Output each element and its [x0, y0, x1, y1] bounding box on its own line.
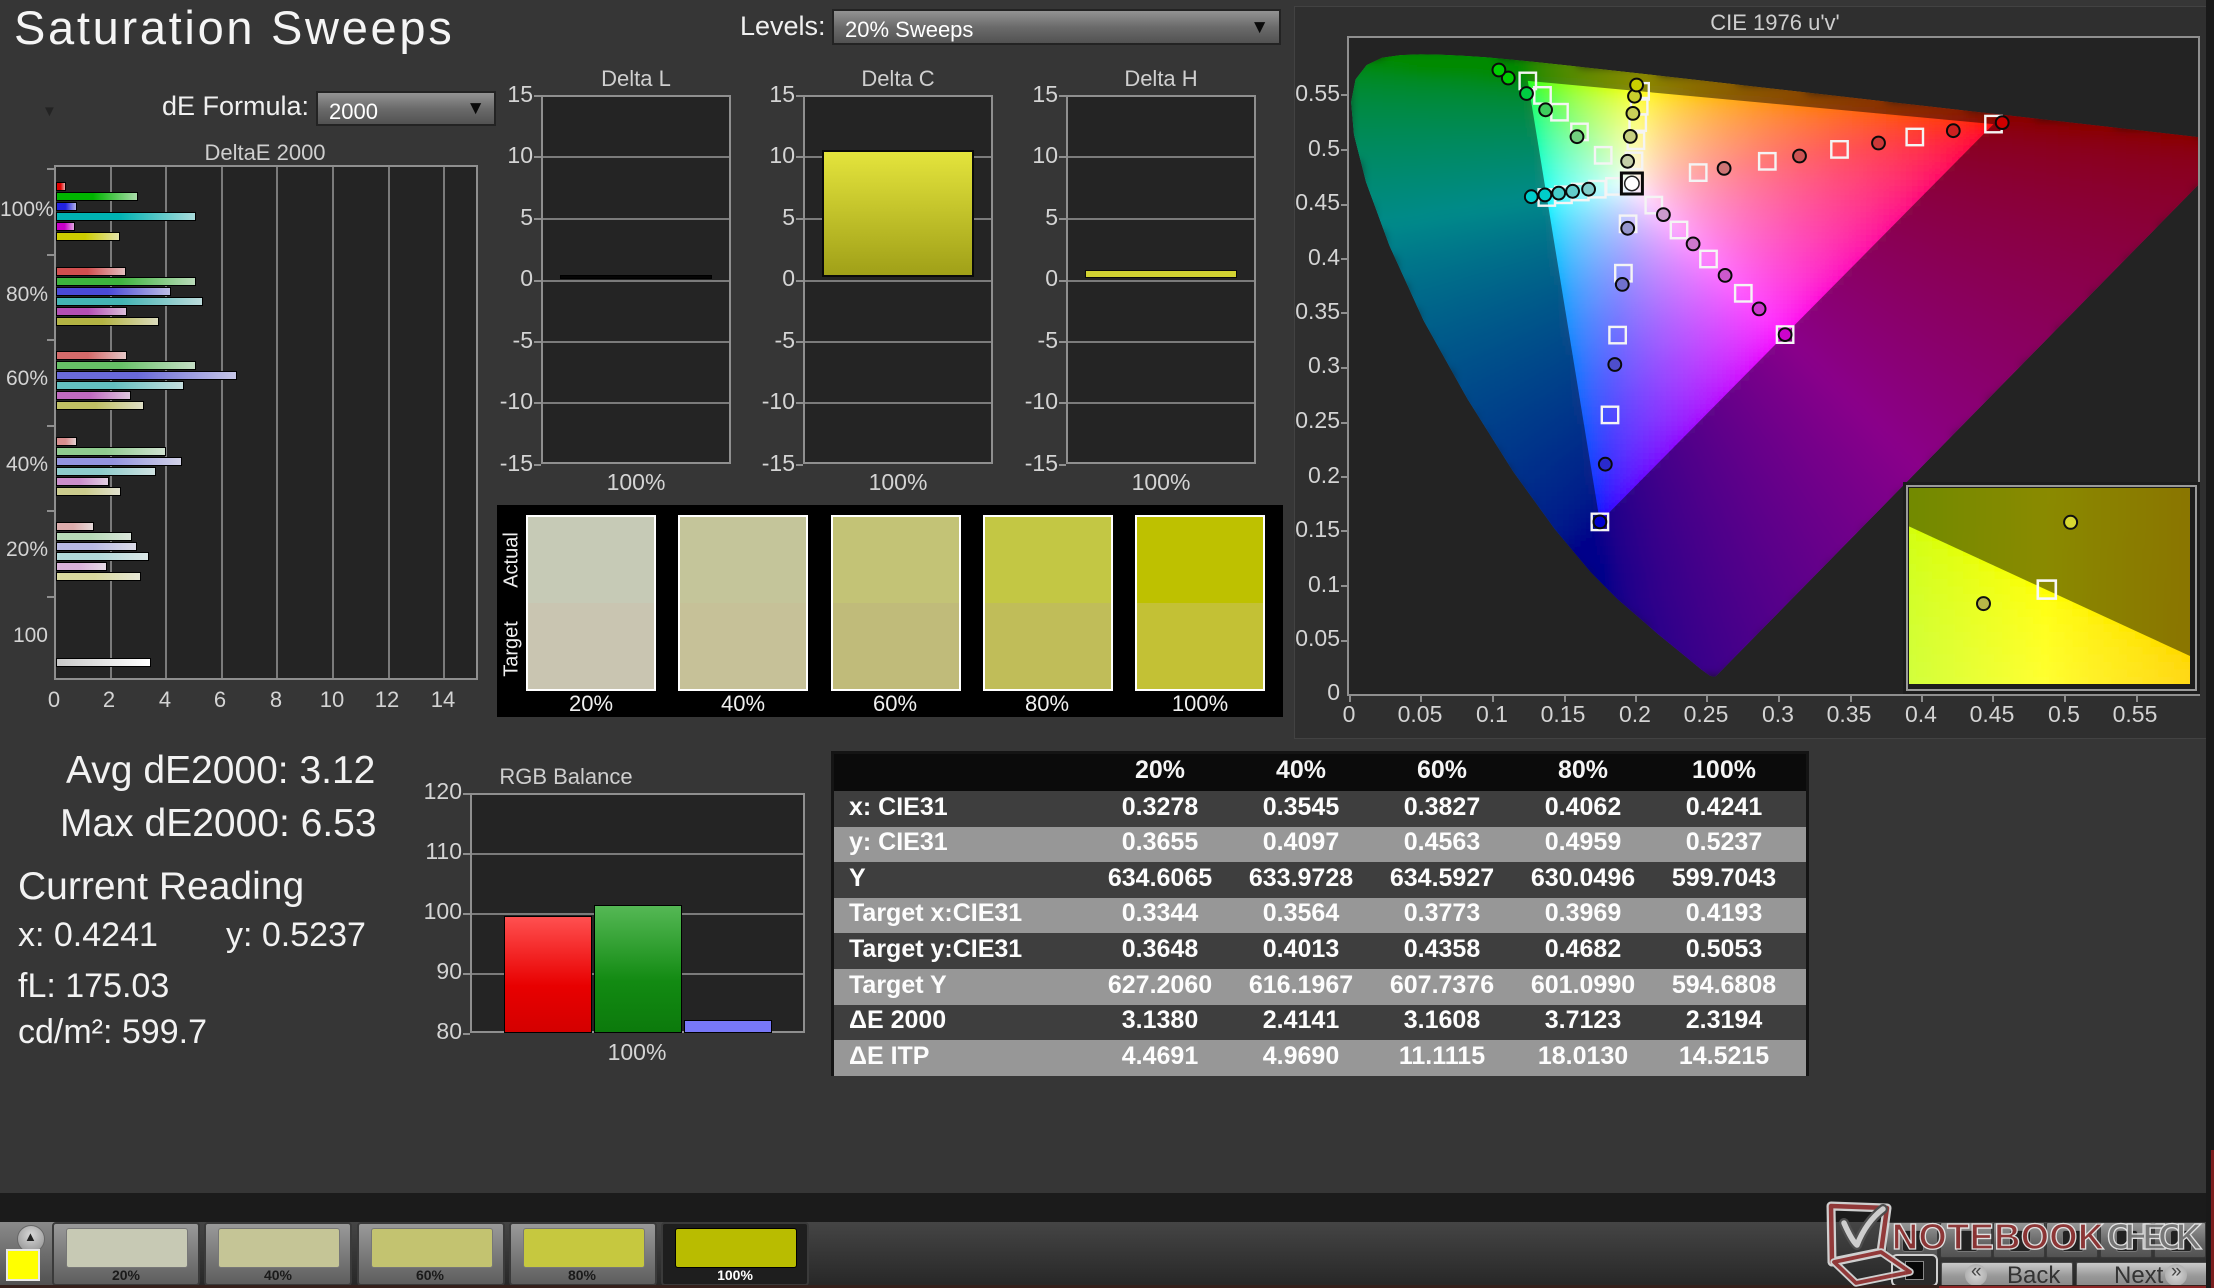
- svg-text:NOTEBOOK: NOTEBOOK: [1892, 1216, 2104, 1257]
- svg-text:CHECK: CHECK: [2107, 1216, 2202, 1257]
